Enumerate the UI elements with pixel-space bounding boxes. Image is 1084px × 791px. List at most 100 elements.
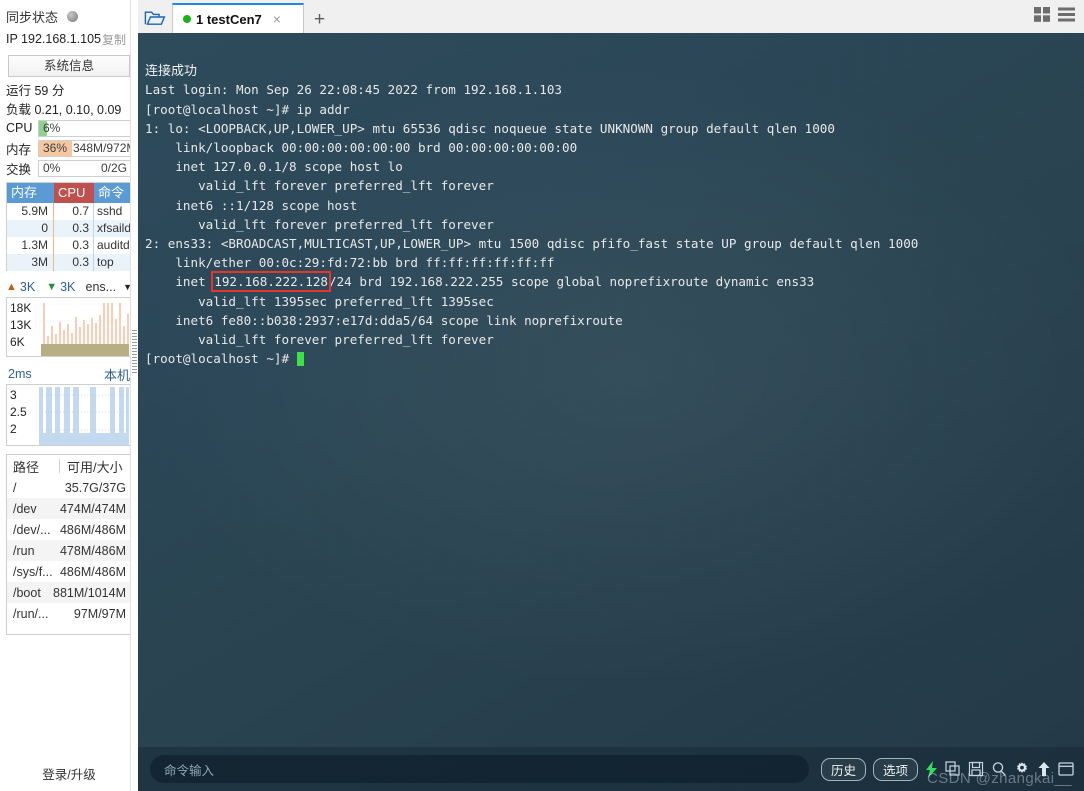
system-info-button[interactable]: 系统信息 [8, 55, 130, 77]
tab-bar: 1 testCen7 × + [138, 0, 1084, 33]
latency-graph-ticks: 3 2.5 2 [10, 387, 27, 438]
latency-graph: 3 2.5 2 [6, 384, 132, 446]
upload-arrow-icon: ▲ [6, 281, 17, 293]
disk-col-path: 路径 [13, 459, 40, 475]
process-table-header: 内存 CPU 命令 [7, 183, 131, 203]
disk-size: 486M/486M [59, 522, 126, 537]
disk-path: /boot [13, 585, 41, 600]
command-bar: 命令输入 历史 选项 [138, 747, 1084, 791]
terminal-output: 连接成功 Last login: Mon Sep 26 22:08:45 202… [138, 33, 1084, 388]
latency-tick-1: 2.5 [10, 405, 27, 419]
network-interface-selector[interactable]: ens... [86, 280, 117, 294]
disk-path: /sys/f... [13, 564, 53, 579]
window-icon[interactable] [1058, 762, 1074, 776]
uptime-label: 运行 59 分 [6, 84, 65, 98]
disk-size: 474M/474M [59, 501, 126, 516]
table-row[interactable]: 5.9M 0.7 sshd [7, 203, 131, 220]
table-row[interactable]: /sys/f... 486M/486M [7, 561, 131, 582]
copy-ip-button[interactable]: 复制 [102, 31, 126, 48]
history-button[interactable]: 历史 [820, 757, 866, 781]
lightning-icon[interactable] [925, 760, 938, 778]
tab-label: 1 testCen7 [196, 11, 262, 27]
swap-meter-percent: 0% [43, 160, 61, 175]
process-memory: 0 [7, 220, 54, 237]
sync-status-label: 同步状态 [6, 9, 59, 25]
network-tick-1: 13K [10, 318, 32, 332]
process-cpu: 0.7 [54, 203, 94, 220]
grid-layout-icon[interactable] [1034, 7, 1051, 27]
terminal-inet-prefix: inet [145, 274, 214, 290]
network-graph-ticks: 18K 13K 6K [10, 300, 31, 351]
memory-meter-percent: 36% [43, 140, 68, 155]
disk-size: 478M/486M [59, 543, 126, 558]
terminal-line: link/ether 00:0c:29:fd:72:bb brd ff:ff:f… [145, 255, 555, 271]
terminal-line: 1: lo: <LOOPBACK,UP,LOWER_UP> mtu 65536 … [145, 120, 835, 136]
process-cpu: 0.3 [54, 237, 94, 254]
cpu-meter: 6% [38, 119, 132, 137]
save-icon[interactable] [968, 761, 984, 777]
download-rate: 3K [60, 280, 76, 294]
network-graph-plot [41, 303, 129, 356]
process-command: top [97, 255, 114, 269]
network-graph: 18K 13K 6K [6, 297, 132, 357]
disk-col-size: 可用/大小 [67, 459, 123, 475]
table-row[interactable]: /run 478M/486M [7, 540, 131, 561]
terminal-line: valid_lft forever preferred_lft forever [145, 178, 494, 194]
folder-open-icon[interactable] [138, 3, 172, 33]
add-tab-button[interactable]: + [304, 10, 335, 33]
network-tick-0: 18K [10, 301, 32, 315]
disk-path: /run [13, 543, 35, 558]
highlighted-ip-address: 192.168.222.128 [211, 271, 331, 293]
cpu-meter-value: 6% [43, 120, 61, 135]
table-row[interactable]: /dev 474M/474M [7, 498, 131, 519]
cpu-meter-row: CPU 6% [0, 118, 138, 138]
terminal-inet-line: inet 192.168.222.128/24 brd 192.168.222.… [145, 271, 815, 293]
sidebar-scrollbar-thumb[interactable] [132, 330, 137, 374]
latency-header: 2ms 本机 [0, 364, 138, 384]
process-command: sshd [97, 204, 123, 218]
upload-icon[interactable] [1037, 761, 1051, 777]
latency-graph-plot [39, 387, 129, 445]
close-icon[interactable]: × [273, 11, 281, 27]
process-command: xfsaild/d [97, 221, 131, 235]
command-input-placeholder: 命令输入 [164, 763, 215, 778]
sidebar: 同步状态 IP 192.168.1.105 复制 系统信息 运行 59 分 负载… [0, 0, 138, 791]
command-input[interactable]: 命令输入 [150, 755, 809, 783]
terminal-line: link/loopback 00:00:00:00:00:00 brd 00:0… [145, 140, 578, 156]
disk-size: 97M/97M [73, 606, 126, 621]
gear-icon[interactable] [1014, 761, 1030, 777]
process-memory: 3M [7, 254, 54, 271]
latency-target[interactable]: 本机 [104, 365, 130, 384]
command-bar-actions: 历史 选项 [809, 757, 1084, 781]
memory-meter-row: 内存 36% 348M/972M [0, 138, 138, 158]
list-layout-icon[interactable] [1058, 7, 1075, 27]
latency-tick-0: 3 [10, 388, 17, 402]
disk-table-header: 路径 可用/大小 [7, 455, 131, 477]
memory-meter-label: 内存 [6, 142, 32, 157]
table-row[interactable]: /run/... 97M/97M [7, 603, 131, 624]
sidebar-scrollbar[interactable] [130, 0, 138, 791]
table-row[interactable]: 1.3M 0.3 auditd [7, 237, 131, 254]
table-row[interactable]: 3M 0.3 top [7, 254, 131, 271]
copy-icon[interactable] [945, 761, 961, 777]
terminal-inet-suffix: /24 brd 192.168.222.255 scope global nop… [328, 274, 815, 290]
memory-meter-detail: 348M/972M [73, 140, 132, 155]
terminal-prompt: [root@localhost ~]# [145, 351, 297, 367]
table-row[interactable]: 0 0.3 xfsaild/d [7, 220, 131, 237]
process-cpu: 0.3 [54, 220, 94, 237]
search-icon[interactable] [991, 761, 1007, 777]
disk-size: 881M/1014M [53, 585, 126, 600]
table-row[interactable]: /boot 881M/1014M [7, 582, 131, 603]
process-command: auditd [97, 238, 130, 252]
login-upgrade-link[interactable]: 登录/升级 [0, 764, 138, 783]
terminal-line: inet6 ::1/128 scope host [145, 197, 358, 213]
terminal-pane[interactable]: 连接成功 Last login: Mon Sep 26 22:08:45 202… [138, 33, 1084, 791]
table-row[interactable]: / 35.7G/37G [7, 477, 131, 498]
tab-testcen7[interactable]: 1 testCen7 × [172, 3, 304, 33]
table-row[interactable]: /dev/... 486M/486M [7, 519, 131, 540]
options-button[interactable]: 选项 [872, 757, 918, 781]
terminal-line: valid_lft 1395sec preferred_lft 1395sec [145, 293, 494, 309]
terminal-line: valid_lft forever preferred_lft forever [145, 332, 494, 348]
swap-meter-detail: 0/2G [100, 160, 127, 175]
disk-path: /run/... [13, 606, 49, 621]
